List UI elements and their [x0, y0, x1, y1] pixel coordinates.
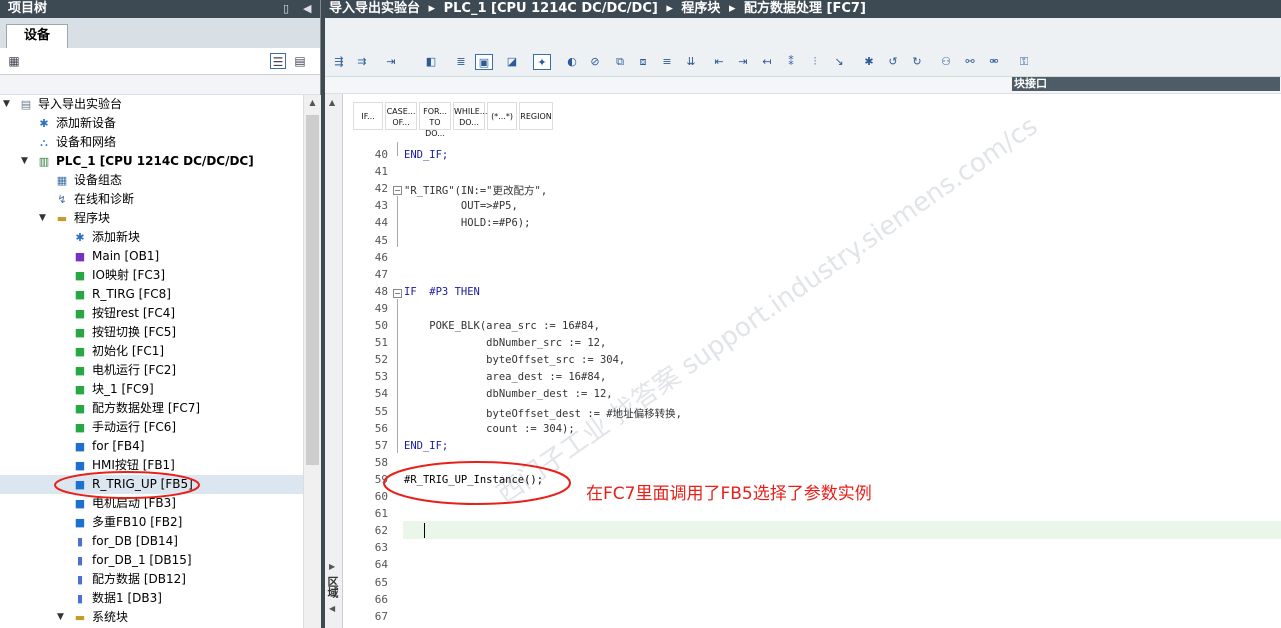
- annotation-layer: [54, 461, 571, 505]
- tia-portal-window: 项目树 ▯ ◀ 设备 ▦ ☰ ▤ ▼ ▤ 导入导出实验台 ✱ 添加新设备 ⛬ 设备和网络 ▼ ▥…: [0, 0, 1281, 628]
- highlight-ellipse-fb5: [54, 471, 200, 499]
- highlight-ellipse-call: [383, 461, 571, 505]
- annotation-text: 在FC7里面调用了FB5选择了参数实例: [586, 484, 872, 504]
